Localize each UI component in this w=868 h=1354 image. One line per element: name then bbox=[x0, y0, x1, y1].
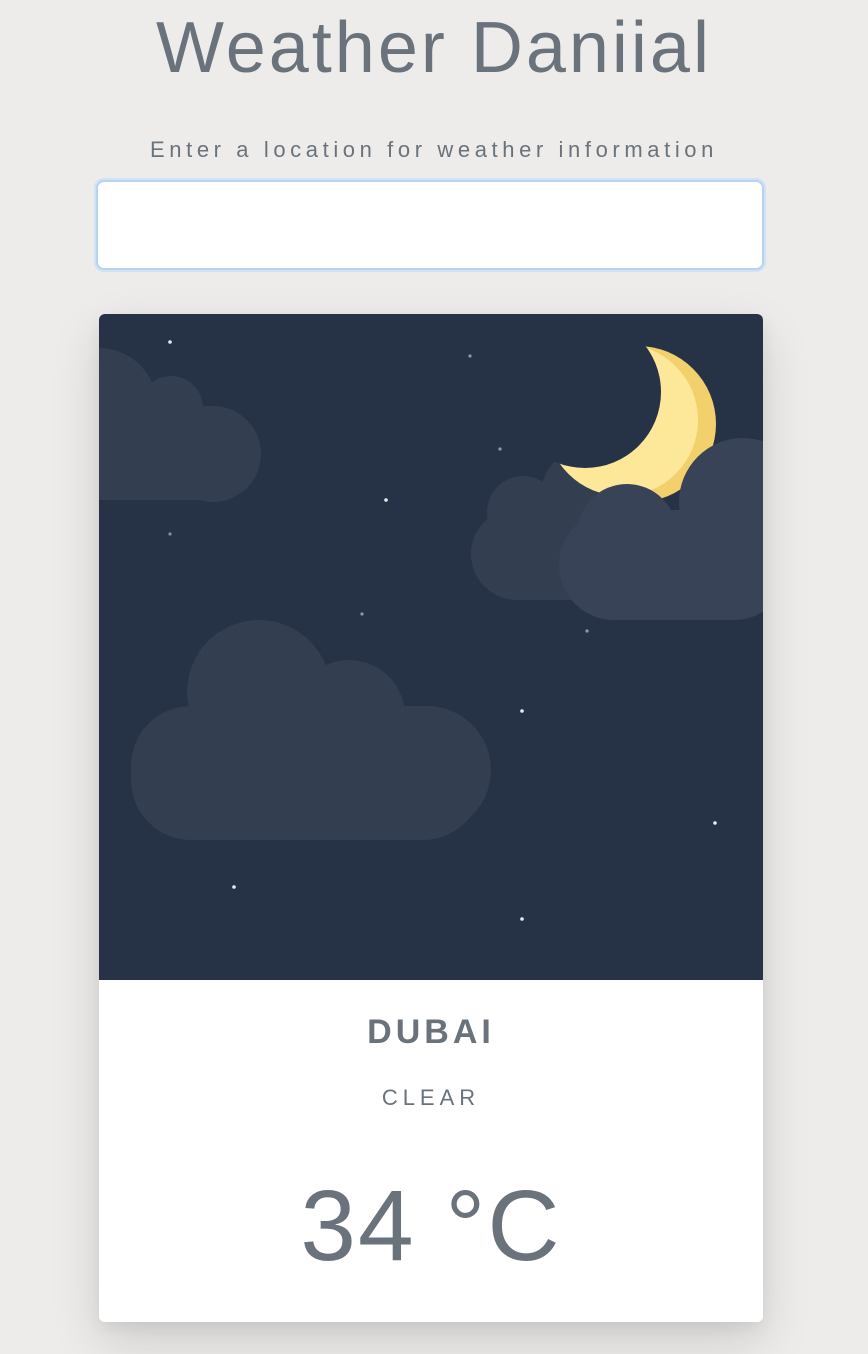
location-prompt: Enter a location for weather information bbox=[150, 137, 718, 162]
star bbox=[498, 447, 502, 451]
star bbox=[360, 612, 364, 616]
weather-condition: CLEAR bbox=[381, 1085, 481, 1110]
city-name: DUBAI bbox=[367, 1013, 495, 1051]
star bbox=[168, 340, 172, 344]
star bbox=[585, 629, 589, 633]
weather-card: DUBAI CLEAR 34 °C bbox=[99, 314, 763, 1322]
star bbox=[520, 917, 524, 921]
weather-info: DUBAI CLEAR 34 °C bbox=[99, 980, 763, 1322]
location-input[interactable] bbox=[96, 180, 764, 270]
star bbox=[232, 885, 236, 889]
star bbox=[713, 821, 717, 825]
star bbox=[384, 498, 388, 502]
weather-app: Weather Daniial Enter a location for wea… bbox=[0, 0, 868, 1354]
night-sky-illustration bbox=[99, 314, 763, 980]
temperature: 34 °C bbox=[300, 1170, 562, 1282]
star bbox=[468, 354, 472, 358]
page-title: Weather Daniial bbox=[156, 8, 712, 88]
star bbox=[168, 532, 172, 536]
star bbox=[520, 709, 524, 713]
